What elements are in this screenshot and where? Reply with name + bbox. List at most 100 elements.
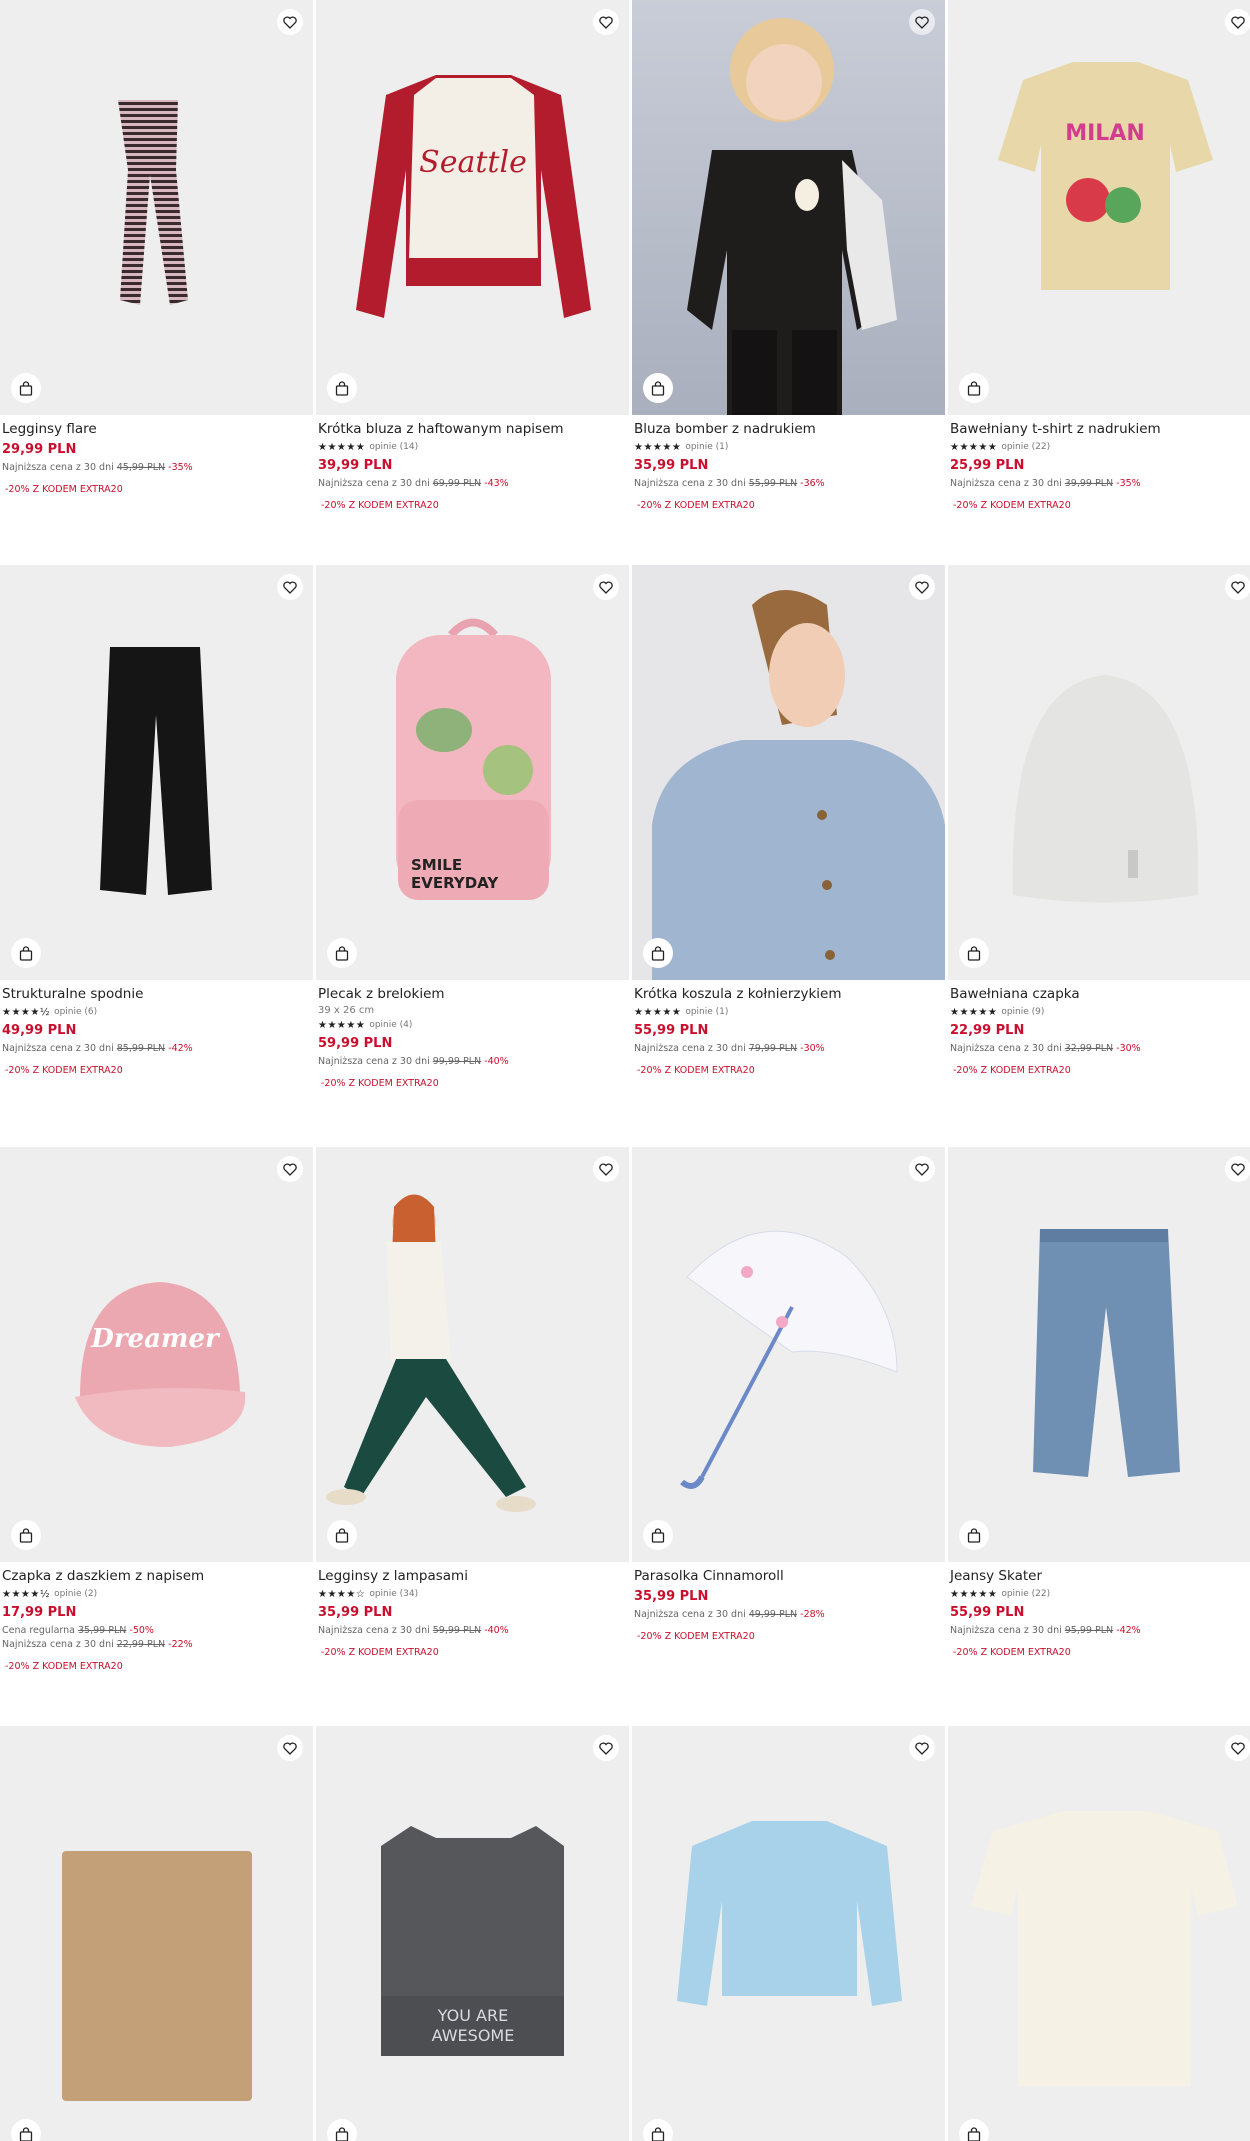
product-card[interactable]: YOU ARE AWESOME [316,1726,629,2141]
product-image[interactable] [0,0,313,415]
product-image[interactable] [632,1726,945,2141]
shopping-bag-icon[interactable] [11,373,41,403]
shopping-bag-icon[interactable] [959,938,989,968]
rating-stars: ★★★★½ [2,1588,51,1600]
product-card[interactable]: Legginsy flare 29,99 PLN Najniższa cena … [0,0,313,495]
product-card[interactable]: MILAN Bawełniany t-shirt z nadrukiem ★★★… [948,0,1250,511]
shopping-bag-icon[interactable] [327,938,357,968]
product-image[interactable] [632,565,945,980]
product-price: 25,99 PLN [950,458,1025,473]
product-card[interactable]: Strukturalne spodnie ★★★★½ opinie (6) 49,… [0,565,313,1076]
product-name[interactable]: Bawełniany t-shirt z nadrukiem [950,421,1250,438]
heart-icon[interactable] [277,1156,303,1182]
heart-icon[interactable] [1225,1735,1250,1761]
shopping-bag-icon[interactable] [11,1520,41,1550]
product-image[interactable]: Dreamer [0,1147,313,1562]
heart-icon[interactable] [1225,9,1250,35]
review-count[interactable]: opinie (22) [1001,1589,1050,1599]
heart-icon[interactable] [593,1735,619,1761]
shopping-bag-icon[interactable] [643,2119,673,2141]
review-count[interactable]: opinie (34) [369,1589,418,1599]
product-image[interactable]: Seattle [316,0,629,415]
product-card[interactable] [0,1726,313,2141]
shopping-bag-icon[interactable] [11,938,41,968]
heart-icon[interactable] [277,1735,303,1761]
product-name[interactable]: Bluza bomber z nadrukiem [634,421,945,438]
shopping-bag-icon[interactable] [643,1520,673,1550]
review-count[interactable]: opinie (6) [54,1007,97,1017]
review-count[interactable]: opinie (1) [685,1007,728,1017]
shopping-bag-icon[interactable] [327,2119,357,2141]
review-count[interactable]: opinie (2) [54,1589,97,1599]
product-card[interactable]: Jeansy Skater ★★★★★ opinie (22) 55,99 PLN… [948,1147,1250,1658]
product-name[interactable]: Strukturalne spodnie [2,986,313,1003]
shopping-bag-icon[interactable] [327,1520,357,1550]
product-card[interactable]: Dreamer Czapka z daszkiem z napisem ★★★★… [0,1147,313,1672]
shopping-bag-icon[interactable] [959,2119,989,2141]
product-image[interactable]: SMILE EVERYDAY [316,565,629,980]
shopping-bag-icon[interactable] [643,938,673,968]
review-count[interactable]: opinie (14) [369,442,418,452]
product-card[interactable]: Bawełniana czapka ★★★★★ opinie (9) 22,99 … [948,565,1250,1076]
product-image[interactable] [0,565,313,980]
review-count[interactable]: opinie (4) [369,1020,412,1030]
product-card[interactable]: Bluza bomber z nadrukiem ★★★★★ opinie (1)… [632,0,945,511]
product-name[interactable]: Krótka koszula z kołnierzykiem [634,986,945,1003]
product-name[interactable]: Bawełniana czapka [950,986,1250,1003]
promo-code: -20% Z KODEM EXTRA20 [321,500,439,511]
product-image[interactable] [632,0,945,415]
heart-icon[interactable] [909,9,935,35]
product-card[interactable]: SMILE EVERYDAY Plecak z brelokiem 39 x 2… [316,565,629,1089]
beanie-print-line2: AWESOME [432,2026,515,2045]
review-count[interactable]: opinie (9) [1001,1007,1044,1017]
shopping-bag-icon[interactable] [959,373,989,403]
heart-icon[interactable] [909,574,935,600]
product-name[interactable]: Legginsy z lampasami [318,1568,629,1585]
shopping-bag-icon[interactable] [327,373,357,403]
product-name[interactable]: Plecak z brelokiem [318,986,629,1003]
product-name[interactable]: Czapka z daszkiem z napisem [2,1568,313,1585]
shopping-bag-icon[interactable] [643,373,673,403]
product-image[interactable] [316,1147,629,1562]
product-card[interactable] [948,1726,1250,2141]
backpack-print-line1: SMILE [411,856,462,874]
product-image[interactable] [948,1726,1250,2141]
product-price: 35,99 PLN [634,1589,709,1604]
product-card[interactable]: Legginsy z lampasami ★★★★☆ opinie (34) 35… [316,1147,629,1658]
product-name[interactable]: Jeansy Skater [950,1568,1250,1585]
product-name[interactable]: Krótka bluza z haftowanym napisem [318,421,629,438]
rating: ★★★★☆ opinie (34) [318,1587,629,1601]
heart-icon[interactable] [909,1735,935,1761]
lowest-price-info: Najniższa cena z 30 dni 22,99 PLN -22% [2,1639,193,1650]
promo-code: -20% Z KODEM EXTRA20 [953,500,1071,511]
product-image[interactable]: YOU ARE AWESOME [316,1726,629,2141]
review-count[interactable]: opinie (22) [1001,442,1050,452]
cap-illustration: Dreamer [75,1282,246,1447]
heart-icon[interactable] [1225,574,1250,600]
review-count[interactable]: opinie (1) [685,442,728,452]
shopping-bag-icon[interactable] [11,2119,41,2141]
product-name[interactable]: Legginsy flare [2,421,313,438]
heart-icon[interactable] [593,1156,619,1182]
product-card[interactable] [632,1726,945,2141]
product-image[interactable] [948,565,1250,980]
product-image[interactable]: MILAN [948,0,1250,415]
product-card[interactable]: Krótka koszula z kołnierzykiem ★★★★★ opin… [632,565,945,1076]
product-image[interactable] [948,1147,1250,1562]
bomber-illustration [687,18,897,415]
promo-code: -20% Z KODEM EXTRA20 [5,484,123,495]
product-card[interactable]: Parasolka Cinnamoroll 35,99 PLN Najniższ… [632,1147,945,1642]
product-card[interactable]: Seattle Krótka bluza z haftowanym napise… [316,0,629,511]
product-name[interactable]: Parasolka Cinnamoroll [634,1568,945,1585]
heart-icon[interactable] [277,9,303,35]
heart-icon[interactable] [1225,1156,1250,1182]
heart-icon[interactable] [593,9,619,35]
product-image[interactable] [632,1147,945,1562]
heart-icon[interactable] [277,574,303,600]
sweatshirt-illustration: Seattle [356,75,591,318]
heart-icon[interactable] [593,574,619,600]
shopping-bag-icon[interactable] [959,1520,989,1550]
product-image[interactable] [0,1726,313,2141]
heart-icon[interactable] [909,1156,935,1182]
promo-code: -20% Z KODEM EXTRA20 [953,1065,1071,1076]
